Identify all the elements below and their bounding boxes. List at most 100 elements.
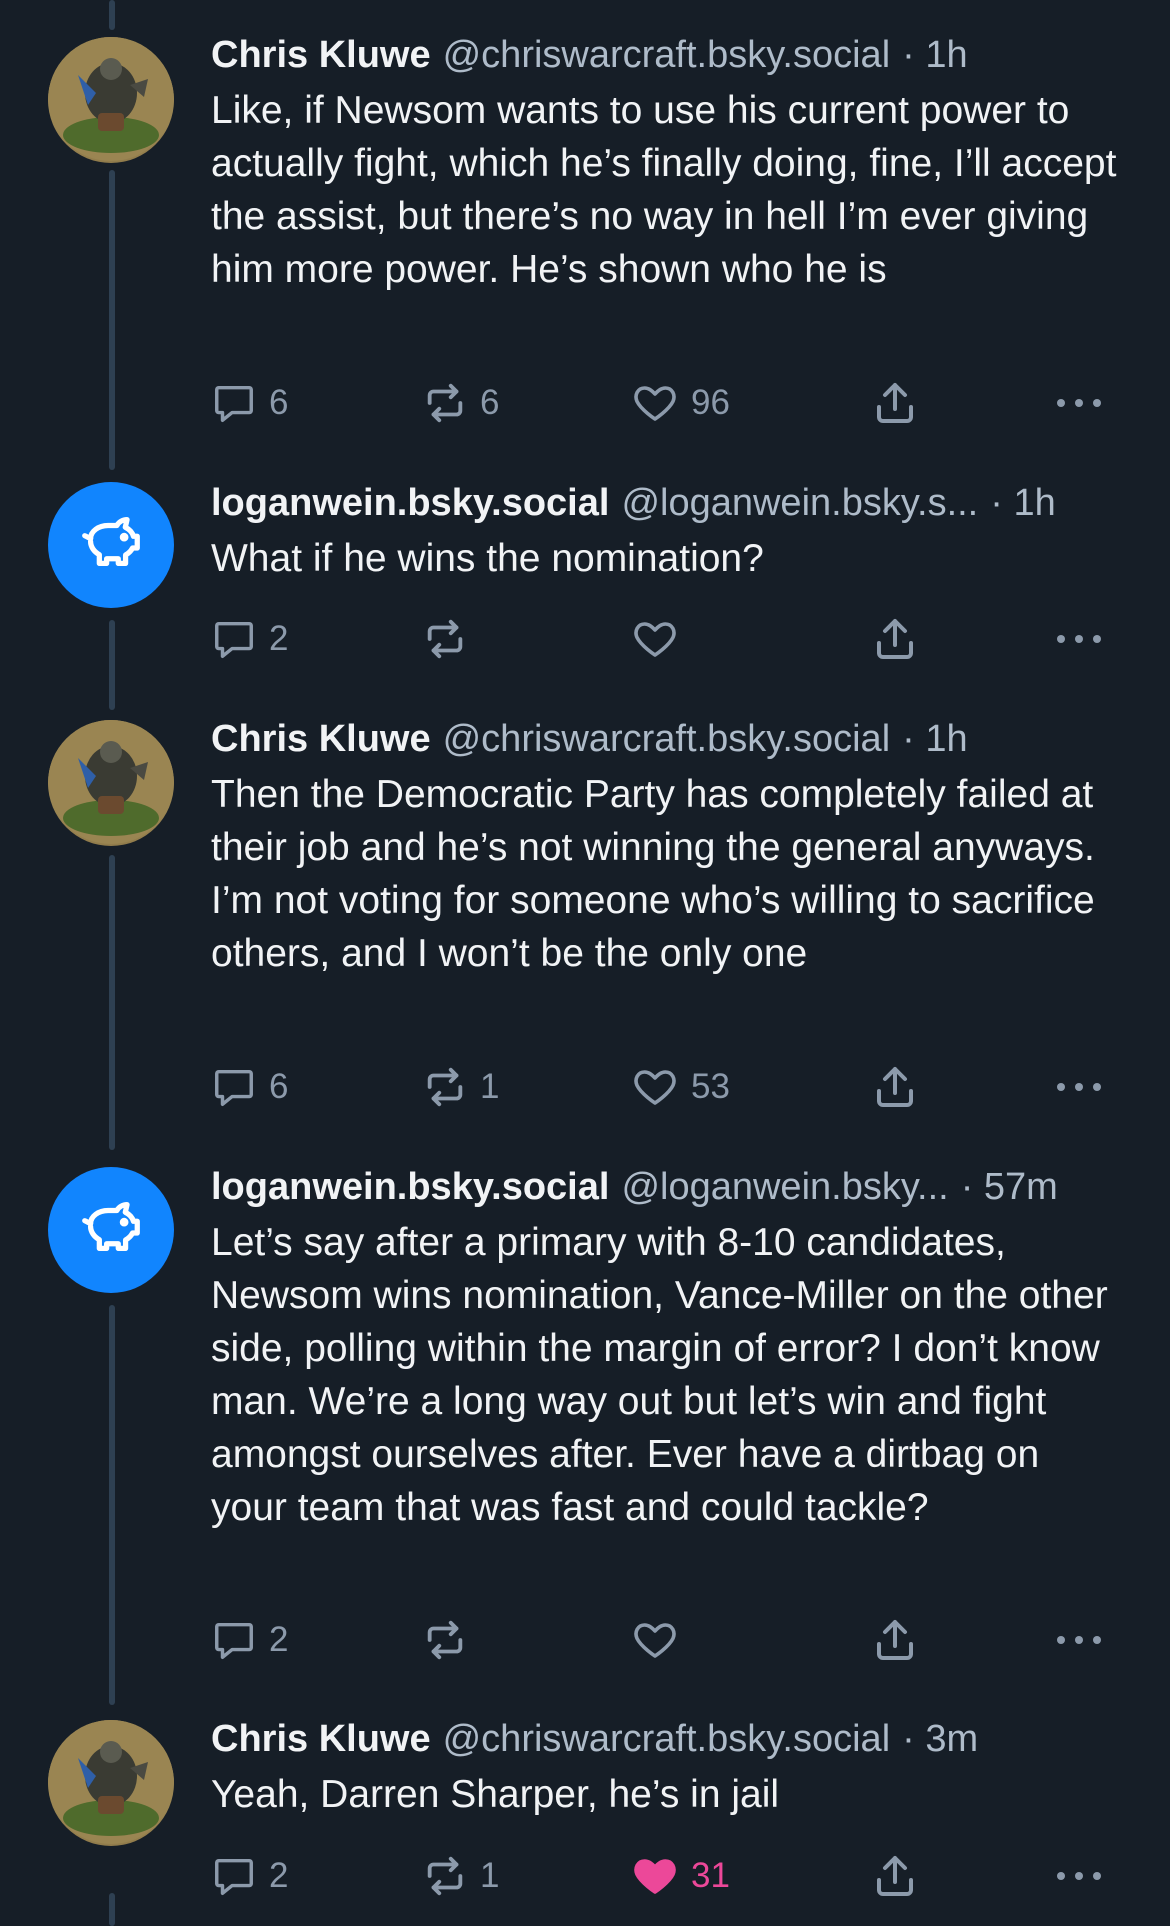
share-button[interactable] bbox=[871, 378, 919, 428]
avatar-photo bbox=[48, 720, 174, 846]
author-name[interactable]: loganwein.bsky.social bbox=[211, 1164, 609, 1210]
post-text: Yeah, Darren Sharper, he’s in jail bbox=[211, 1773, 780, 1816]
post-text: Like, if Newsom wants to use his current… bbox=[211, 89, 1117, 291]
share-button[interactable] bbox=[871, 1615, 919, 1665]
author-name[interactable]: Chris Kluwe bbox=[211, 32, 431, 78]
avatar[interactable] bbox=[48, 482, 174, 608]
reply-button[interactable]: 6 bbox=[211, 1062, 288, 1112]
post-content: loganwein.bsky.social @loganwein.bsky... ·… bbox=[211, 1164, 1120, 1534]
time-value: 1h bbox=[925, 34, 968, 76]
author-handle[interactable]: @loganwein.bsky... bbox=[621, 1164, 948, 1210]
time-value: 57m bbox=[983, 1166, 1058, 1208]
reply-button[interactable]: 6 bbox=[211, 378, 288, 428]
repost-button[interactable] bbox=[422, 1615, 480, 1665]
time-value: 1h bbox=[925, 718, 968, 760]
heart-icon bbox=[631, 379, 679, 427]
share-icon bbox=[871, 1616, 919, 1664]
more-options-button[interactable] bbox=[1054, 614, 1104, 664]
more-dots-icon bbox=[1054, 1866, 1104, 1886]
post-actions: 2 bbox=[211, 1615, 1111, 1665]
post-time[interactable]: · 1h bbox=[902, 716, 968, 762]
share-icon bbox=[871, 615, 919, 663]
post-content: Chris Kluwe @chriswarcraft.bsky.social · 3… bbox=[211, 1716, 1120, 1821]
post-text: Let’s say after a primary with 8-10 cand… bbox=[211, 1221, 1108, 1529]
heart-icon bbox=[631, 1063, 679, 1111]
more-options-button[interactable] bbox=[1054, 1615, 1104, 1665]
post-time[interactable]: · 3m bbox=[902, 1716, 978, 1762]
like-button[interactable]: 53 bbox=[631, 1062, 730, 1112]
repost-button[interactable]: 1 bbox=[422, 1851, 499, 1901]
thread-connector-line bbox=[109, 855, 115, 1150]
post-content: loganwein.bsky.social @loganwein.bsky.s..… bbox=[211, 480, 1120, 585]
more-dots-icon bbox=[1054, 1077, 1104, 1097]
author-handle[interactable]: @loganwein.bsky.s... bbox=[621, 480, 978, 526]
post-header: Chris Kluwe @chriswarcraft.bsky.social · 1… bbox=[211, 716, 1120, 762]
like-button[interactable] bbox=[631, 614, 691, 664]
thread-feed: Chris Kluwe @chriswarcraft.bsky.social · 1… bbox=[0, 0, 1170, 1926]
thread-connector-line bbox=[109, 1893, 115, 1926]
thread-connector-line bbox=[109, 620, 115, 710]
repost-icon bbox=[422, 616, 468, 662]
more-options-button[interactable] bbox=[1054, 1062, 1104, 1112]
post-content: Chris Kluwe @chriswarcraft.bsky.social · 1… bbox=[211, 32, 1120, 296]
post-time[interactable]: · 1h bbox=[990, 480, 1056, 526]
repost-button[interactable]: 1 bbox=[422, 1062, 499, 1112]
repost-icon bbox=[422, 1617, 468, 1663]
post-time[interactable]: · 57m bbox=[961, 1164, 1058, 1210]
repost-icon bbox=[422, 1064, 468, 1110]
heart-icon bbox=[631, 1852, 679, 1900]
post-time[interactable]: · 1h bbox=[902, 32, 968, 78]
repost-button[interactable]: 6 bbox=[422, 378, 499, 428]
share-icon bbox=[871, 379, 919, 427]
post-actions: 6 1 53 bbox=[211, 1062, 1111, 1112]
reply-button[interactable]: 2 bbox=[211, 614, 288, 664]
repost-count: 1 bbox=[480, 1067, 500, 1106]
avatar[interactable] bbox=[48, 37, 174, 163]
author-name[interactable]: Chris Kluwe bbox=[211, 716, 431, 762]
share-icon bbox=[871, 1852, 919, 1900]
avatar[interactable] bbox=[48, 720, 174, 846]
like-button[interactable]: 31 bbox=[631, 1851, 730, 1901]
repost-button[interactable] bbox=[422, 614, 480, 664]
post-actions: 6 6 96 bbox=[211, 378, 1111, 428]
like-count: 96 bbox=[691, 383, 730, 422]
time-value: 3m bbox=[925, 1718, 979, 1760]
share-button[interactable] bbox=[871, 614, 919, 664]
post-actions: 2 bbox=[211, 614, 1111, 664]
reply-count: 2 bbox=[269, 1620, 289, 1659]
avatar[interactable] bbox=[48, 1167, 174, 1293]
reply-count: 2 bbox=[269, 1856, 289, 1895]
heart-icon bbox=[631, 615, 679, 663]
avatar-photo bbox=[48, 37, 174, 163]
post-text: Then the Democratic Party has completely… bbox=[211, 773, 1095, 975]
piggy-bank-icon bbox=[76, 508, 146, 583]
post-header: Chris Kluwe @chriswarcraft.bsky.social · 3… bbox=[211, 1716, 1120, 1762]
reply-icon bbox=[211, 1853, 257, 1899]
reply-count: 2 bbox=[269, 619, 289, 658]
author-name[interactable]: loganwein.bsky.social bbox=[211, 480, 609, 526]
avatar[interactable] bbox=[48, 1720, 174, 1846]
author-name[interactable]: Chris Kluwe bbox=[211, 1716, 431, 1762]
reply-icon bbox=[211, 616, 257, 662]
share-button[interactable] bbox=[871, 1851, 919, 1901]
like-count: 31 bbox=[691, 1856, 730, 1895]
more-options-button[interactable] bbox=[1054, 378, 1104, 428]
like-button[interactable]: 96 bbox=[631, 378, 730, 428]
like-button[interactable] bbox=[631, 1615, 691, 1665]
author-handle[interactable]: @chriswarcraft.bsky.social bbox=[443, 716, 891, 762]
author-handle[interactable]: @chriswarcraft.bsky.social bbox=[443, 1716, 891, 1762]
post-header: loganwein.bsky.social @loganwein.bsky... ·… bbox=[211, 1164, 1120, 1210]
post-header: loganwein.bsky.social @loganwein.bsky.s..… bbox=[211, 480, 1120, 526]
piggy-bank-icon bbox=[76, 1193, 146, 1268]
repost-icon bbox=[422, 1853, 468, 1899]
more-options-button[interactable] bbox=[1054, 1851, 1104, 1901]
share-button[interactable] bbox=[871, 1062, 919, 1112]
reply-button[interactable]: 2 bbox=[211, 1615, 288, 1665]
reply-icon bbox=[211, 1064, 257, 1110]
thread-connector-line bbox=[109, 170, 115, 470]
repost-icon bbox=[422, 380, 468, 426]
more-dots-icon bbox=[1054, 629, 1104, 649]
reply-count: 6 bbox=[269, 1067, 289, 1106]
author-handle[interactable]: @chriswarcraft.bsky.social bbox=[443, 32, 891, 78]
reply-button[interactable]: 2 bbox=[211, 1851, 288, 1901]
